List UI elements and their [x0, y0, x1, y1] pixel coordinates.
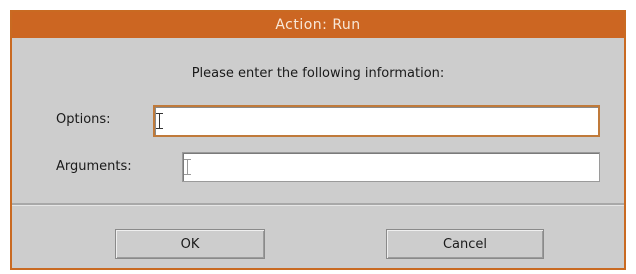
ok-button[interactable]: OK: [115, 229, 265, 259]
dialog-title: Action: Run: [275, 17, 361, 33]
text-cursor-icon: [184, 159, 194, 175]
arguments-input[interactable]: [183, 153, 599, 181]
text-cursor-icon: [156, 113, 166, 129]
form-area: Please enter the following information: …: [12, 38, 624, 205]
options-field[interactable]: [153, 105, 600, 137]
cancel-button[interactable]: Cancel: [386, 229, 544, 259]
arguments-label: Arguments:: [56, 159, 132, 174]
options-input[interactable]: [155, 107, 598, 135]
arguments-field[interactable]: [182, 152, 600, 182]
options-label: Options:: [56, 112, 111, 127]
dialog-titlebar[interactable]: Action: Run: [12, 12, 624, 38]
action-run-dialog: Action: Run Please enter the following i…: [10, 10, 626, 270]
instruction-text: Please enter the following information:: [191, 66, 445, 81]
